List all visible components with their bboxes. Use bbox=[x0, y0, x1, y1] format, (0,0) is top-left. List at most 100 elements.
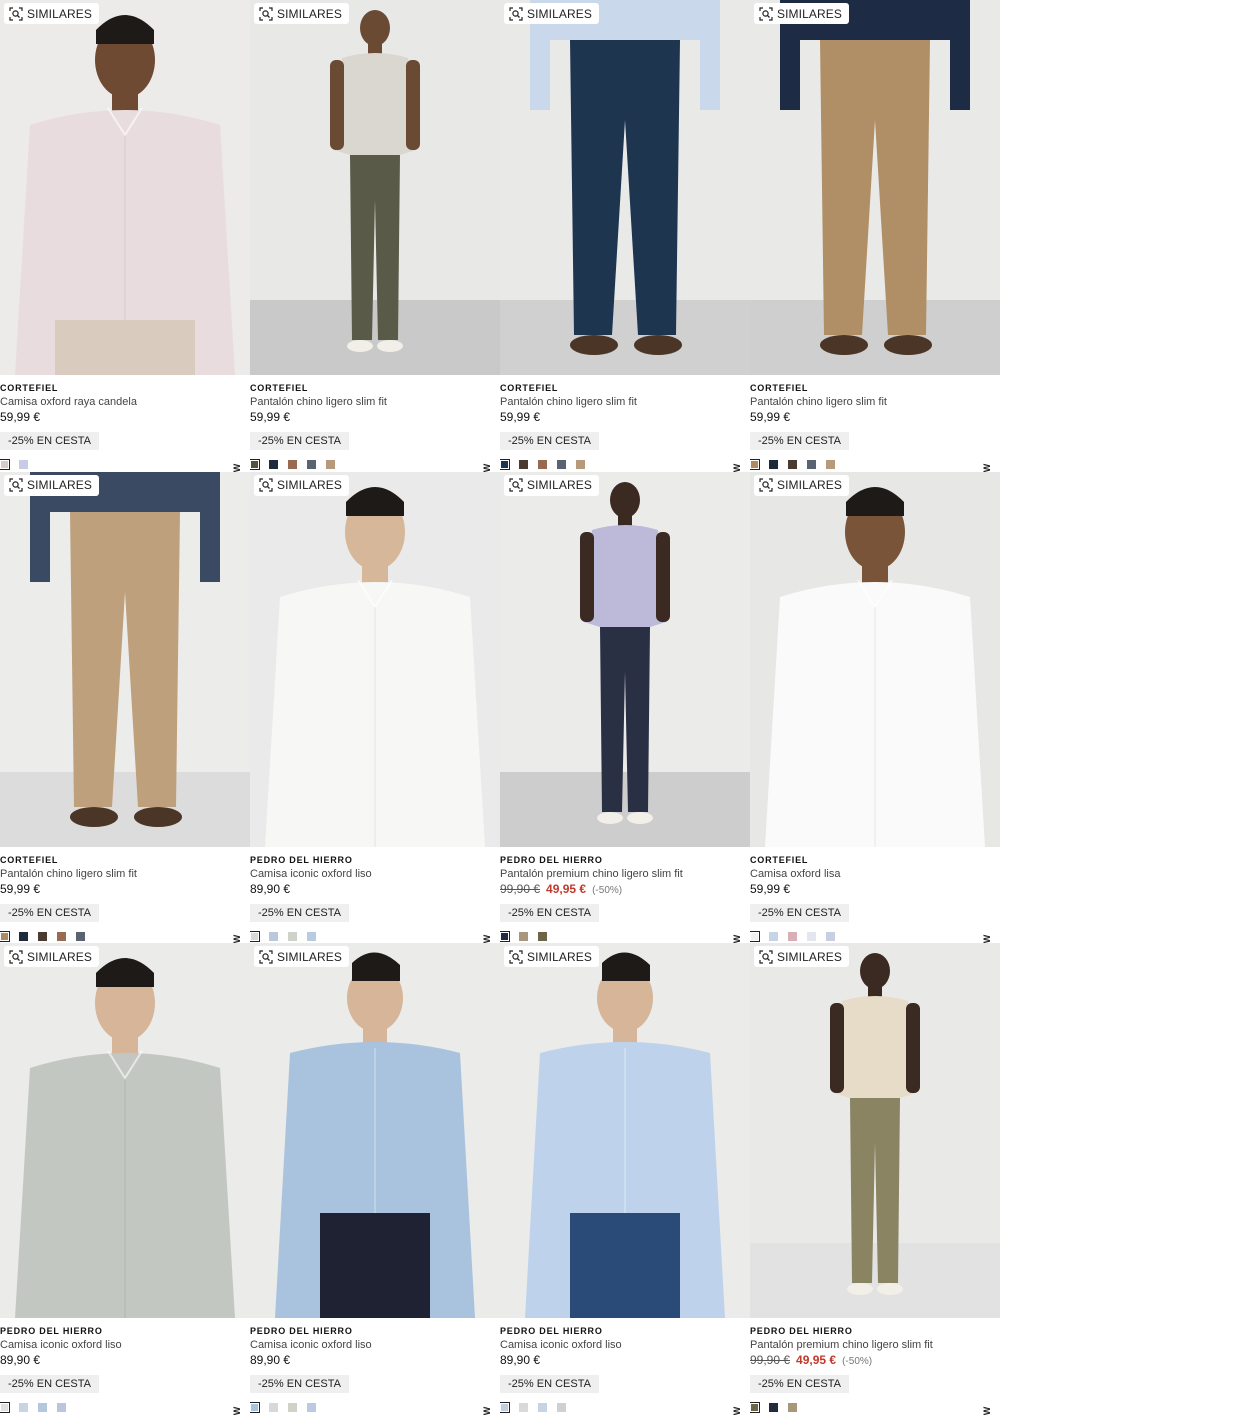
similares-button[interactable]: SIMILARES bbox=[504, 474, 599, 496]
color-swatch[interactable] bbox=[807, 931, 816, 941]
color-swatch[interactable] bbox=[788, 460, 797, 469]
color-swatch[interactable] bbox=[0, 459, 10, 470]
color-swatch[interactable] bbox=[519, 1403, 528, 1413]
color-swatch[interactable] bbox=[38, 1403, 47, 1413]
similares-button[interactable]: SIMILARES bbox=[254, 946, 349, 968]
product-name[interactable]: Camisa oxford raya candela bbox=[0, 395, 250, 409]
color-swatch[interactable] bbox=[250, 459, 260, 470]
color-swatch[interactable] bbox=[769, 460, 778, 469]
color-swatch[interactable] bbox=[519, 931, 528, 941]
color-swatch[interactable] bbox=[57, 1403, 66, 1413]
product-name[interactable]: Pantalón chino ligero slim fit bbox=[500, 395, 750, 409]
product-card[interactable]: SIMILARES NEW CORTEFIEL Camisa oxford lisa5… bbox=[750, 471, 1000, 943]
color-swatch[interactable] bbox=[750, 459, 760, 470]
product-image[interactable] bbox=[250, 943, 500, 1319]
product-name[interactable]: Pantalón premium chino ligero slim fit bbox=[750, 1338, 1000, 1352]
product-card[interactable]: SIMILARESNEWPEDRO DEL HIERROCamisa iconi… bbox=[250, 471, 500, 943]
color-swatch[interactable] bbox=[326, 460, 335, 469]
similares-button[interactable]: SIMILARES bbox=[254, 474, 349, 496]
color-swatch[interactable] bbox=[0, 930, 10, 942]
color-swatch[interactable] bbox=[557, 1403, 566, 1413]
product-name[interactable]: Camisa iconic oxford liso bbox=[250, 1338, 500, 1352]
product-image[interactable] bbox=[750, 0, 1000, 375]
product-name[interactable]: Pantalón chino ligero slim fit bbox=[250, 395, 500, 409]
product-image[interactable] bbox=[750, 943, 1000, 1319]
product-card[interactable]: SIMILARES NEW CORTEFIEL Pantalón chino lige… bbox=[250, 0, 500, 472]
color-swatch[interactable] bbox=[500, 930, 510, 942]
product-image[interactable] bbox=[500, 0, 750, 375]
similares-button[interactable]: SIMILARES bbox=[4, 474, 99, 496]
product-image[interactable] bbox=[0, 943, 250, 1319]
similares-label: SIMILARES bbox=[777, 949, 842, 964]
product-image[interactable] bbox=[0, 471, 250, 847]
product-card[interactable]: SIMILARESNEWPEDRO DEL HIERROPantalón pre… bbox=[500, 471, 750, 943]
product-card[interactable]: SIMILARES NEW CORTEFIEL Pantalón chino lige… bbox=[0, 471, 250, 943]
color-swatch[interactable] bbox=[38, 931, 47, 941]
color-swatch[interactable] bbox=[750, 930, 760, 942]
product-image[interactable] bbox=[0, 0, 250, 375]
color-swatch[interactable] bbox=[557, 460, 566, 469]
color-swatch[interactable] bbox=[307, 931, 316, 941]
similares-button[interactable]: SIMILARES bbox=[754, 3, 849, 24]
color-swatch[interactable] bbox=[288, 931, 297, 941]
product-name[interactable]: Camisa iconic oxford liso bbox=[0, 1338, 250, 1352]
color-swatch[interactable] bbox=[788, 1403, 797, 1413]
color-swatch[interactable] bbox=[0, 1402, 10, 1414]
product-name[interactable]: Camisa iconic oxford liso bbox=[250, 867, 500, 881]
visual-search-icon bbox=[759, 478, 773, 492]
color-swatch[interactable] bbox=[538, 460, 547, 469]
color-swatch[interactable] bbox=[250, 930, 260, 942]
product-card[interactable]: SIMILARES NEW CORTEFIEL Pantalón chino lige… bbox=[750, 0, 1000, 472]
color-swatch[interactable] bbox=[288, 1403, 297, 1413]
similares-button[interactable]: SIMILARES bbox=[504, 3, 599, 24]
similares-button[interactable]: SIMILARES bbox=[504, 946, 599, 968]
color-swatch[interactable] bbox=[788, 931, 797, 941]
color-swatch[interactable] bbox=[19, 1403, 28, 1413]
product-image[interactable] bbox=[500, 471, 750, 847]
product-card[interactable]: SIMILARESNEWPEDRO DEL HIERROCamisa iconi… bbox=[0, 943, 250, 1415]
color-swatch[interactable] bbox=[769, 931, 778, 941]
color-swatch[interactable] bbox=[269, 460, 278, 469]
product-image[interactable] bbox=[500, 943, 750, 1319]
product-card[interactable]: SIMILARESNEWPEDRO DEL HIERROPantalón pre… bbox=[750, 943, 1000, 1415]
product-name[interactable]: Pantalón premium chino ligero slim fit bbox=[500, 867, 750, 881]
product-name[interactable]: Pantalón chino ligero slim fit bbox=[750, 395, 1000, 409]
color-swatch[interactable] bbox=[826, 931, 835, 941]
color-swatch[interactable] bbox=[250, 1402, 260, 1414]
color-swatch[interactable] bbox=[807, 460, 816, 469]
color-swatch[interactable] bbox=[519, 460, 528, 469]
color-swatch[interactable] bbox=[538, 931, 547, 941]
color-swatch[interactable] bbox=[576, 460, 585, 469]
product-card[interactable]: SIMILARES NEW CORTEFIEL Camisa oxford raya … bbox=[0, 0, 250, 472]
product-card[interactable]: SIMILARESNEWPEDRO DEL HIERROCamisa iconi… bbox=[250, 943, 500, 1415]
product-name[interactable]: Camisa oxford lisa bbox=[750, 867, 1000, 881]
color-swatch[interactable] bbox=[57, 931, 66, 941]
color-swatch[interactable] bbox=[750, 1402, 760, 1414]
product-image[interactable] bbox=[750, 471, 1000, 847]
color-swatch[interactable] bbox=[500, 459, 510, 470]
similares-button[interactable]: SIMILARES bbox=[4, 3, 99, 24]
similares-button[interactable]: SIMILARES bbox=[754, 474, 849, 496]
product-name[interactable]: Camisa iconic oxford liso bbox=[500, 1338, 750, 1352]
color-swatch[interactable] bbox=[19, 460, 28, 469]
similares-button[interactable]: SIMILARES bbox=[754, 946, 849, 968]
color-swatch[interactable] bbox=[826, 460, 835, 469]
product-card[interactable]: SIMILARESNEWPEDRO DEL HIERROCamisa iconi… bbox=[500, 943, 750, 1415]
color-swatch[interactable] bbox=[269, 931, 278, 941]
color-swatch[interactable] bbox=[307, 1403, 316, 1413]
similares-button[interactable]: SIMILARES bbox=[4, 946, 99, 968]
product-card[interactable]: SIMILARES NEW CORTEFIEL Pantalón chino lige… bbox=[500, 0, 750, 472]
color-swatch[interactable] bbox=[769, 1403, 778, 1413]
color-swatch[interactable] bbox=[76, 931, 85, 941]
similares-button[interactable]: SIMILARES bbox=[254, 3, 349, 24]
product-image[interactable] bbox=[250, 0, 500, 375]
product-name[interactable]: Pantalón chino ligero slim fit bbox=[0, 867, 250, 881]
color-swatch[interactable] bbox=[538, 1403, 547, 1413]
color-swatch[interactable] bbox=[288, 460, 297, 469]
color-swatch[interactable] bbox=[307, 460, 316, 469]
color-swatch[interactable] bbox=[500, 1402, 510, 1414]
product-brand: PEDRO DEL HIERRO bbox=[0, 1326, 103, 1337]
color-swatch[interactable] bbox=[19, 931, 28, 941]
product-image[interactable] bbox=[250, 471, 500, 847]
color-swatch[interactable] bbox=[269, 1403, 278, 1413]
